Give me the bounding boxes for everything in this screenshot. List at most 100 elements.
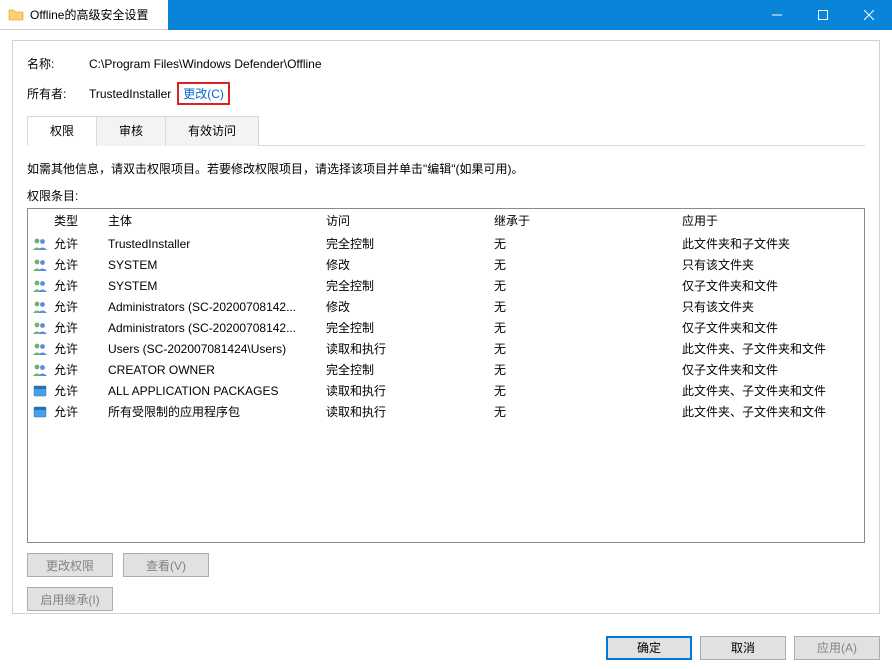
cell-principal: Administrators (SC-20200708142... (108, 300, 326, 314)
cell-applies: 仅子文件夹和文件 (682, 319, 864, 336)
table-row[interactable]: 允许Users (SC-202007081424\Users)读取和执行无此文件… (28, 338, 864, 359)
table-row[interactable]: 允许所有受限制的应用程序包读取和执行无此文件夹、子文件夹和文件 (28, 401, 864, 422)
change-owner-link[interactable]: 更改(C) (177, 82, 230, 105)
close-button[interactable] (846, 0, 892, 30)
cell-principal: SYSTEM (108, 258, 326, 272)
cell-inherited: 无 (494, 403, 682, 420)
col-header-type[interactable]: 类型 (54, 212, 108, 229)
info-text: 如需其他信息，请双击权限项目。若要修改权限项目，请选择该项目并单击"编辑"(如果… (27, 160, 865, 177)
cell-inherited: 无 (494, 382, 682, 399)
owner-row: 所有者: TrustedInstaller 更改(C) (27, 82, 865, 105)
table-row[interactable]: 允许Administrators (SC-20200708142...完全控制无… (28, 317, 864, 338)
cell-access: 读取和执行 (326, 340, 494, 357)
cell-applies: 此文件夹、子文件夹和文件 (682, 382, 864, 399)
users-icon (32, 236, 54, 252)
users-icon (32, 257, 54, 273)
cell-inherited: 无 (494, 277, 682, 294)
title-bar-right (168, 0, 892, 30)
table-row[interactable]: 允许TrustedInstaller完全控制无此文件夹和子文件夹 (28, 233, 864, 254)
cell-access: 完全控制 (326, 277, 494, 294)
table-row[interactable]: 允许CREATOR OWNER完全控制无仅子文件夹和文件 (28, 359, 864, 380)
col-header-access[interactable]: 访问 (326, 212, 494, 229)
enable-inheritance-button[interactable]: 启用继承(I) (27, 587, 113, 611)
users-icon (32, 299, 54, 315)
cell-type: 允许 (54, 277, 108, 294)
cell-inherited: 无 (494, 235, 682, 252)
cell-access: 读取和执行 (326, 403, 494, 420)
cell-applies: 此文件夹、子文件夹和文件 (682, 403, 864, 420)
cancel-button[interactable]: 取消 (700, 636, 786, 660)
cell-applies: 仅子文件夹和文件 (682, 361, 864, 378)
content-outer: 名称: C:\Program Files\Windows Defender\Of… (0, 30, 892, 626)
cell-access: 读取和执行 (326, 382, 494, 399)
maximize-button[interactable] (800, 0, 846, 30)
cell-applies: 只有该文件夹 (682, 298, 864, 315)
cell-principal: SYSTEM (108, 279, 326, 293)
users-icon (32, 341, 54, 357)
cell-principal: 所有受限制的应用程序包 (108, 403, 326, 420)
title-bar-left: Offline的高级安全设置 (0, 0, 168, 30)
owner-value: TrustedInstaller (89, 87, 171, 101)
cell-inherited: 无 (494, 298, 682, 315)
cell-inherited: 无 (494, 340, 682, 357)
table-row[interactable]: 允许SYSTEM修改无只有该文件夹 (28, 254, 864, 275)
cell-applies: 仅子文件夹和文件 (682, 277, 864, 294)
lower-button-row-1: 更改权限 查看(V) (27, 553, 865, 577)
cell-principal: ALL APPLICATION PACKAGES (108, 384, 326, 398)
users-icon (32, 320, 54, 336)
change-permissions-button[interactable]: 更改权限 (27, 553, 113, 577)
users-icon (32, 278, 54, 294)
name-row: 名称: C:\Program Files\Windows Defender\Of… (27, 55, 865, 72)
folder-icon (8, 7, 24, 23)
table-row[interactable]: 允许ALL APPLICATION PACKAGES读取和执行无此文件夹、子文件… (28, 380, 864, 401)
tab-bar: 权限 审核 有效访问 (27, 115, 865, 146)
cell-access: 修改 (326, 298, 494, 315)
owner-label: 所有者: (27, 85, 89, 102)
permission-grid[interactable]: 类型 主体 访问 继承于 应用于 允许TrustedInstaller完全控制无… (27, 208, 865, 543)
content-frame: 名称: C:\Program Files\Windows Defender\Of… (12, 40, 880, 614)
window-controls (754, 0, 892, 30)
ok-button[interactable]: 确定 (606, 636, 692, 660)
col-header-inherited[interactable]: 继承于 (494, 212, 682, 229)
cell-applies: 只有该文件夹 (682, 256, 864, 273)
cell-principal: TrustedInstaller (108, 237, 326, 251)
cell-access: 完全控制 (326, 319, 494, 336)
grid-header: 类型 主体 访问 继承于 应用于 (28, 209, 864, 233)
cell-inherited: 无 (494, 319, 682, 336)
cell-principal: CREATOR OWNER (108, 363, 326, 377)
col-header-applies[interactable]: 应用于 (682, 212, 864, 229)
cell-applies: 此文件夹、子文件夹和文件 (682, 340, 864, 357)
cell-access: 修改 (326, 256, 494, 273)
package-icon (32, 404, 54, 420)
cell-access: 完全控制 (326, 361, 494, 378)
cell-type: 允许 (54, 361, 108, 378)
cell-type: 允许 (54, 319, 108, 336)
cell-principal: Administrators (SC-20200708142... (108, 321, 326, 335)
cell-type: 允许 (54, 256, 108, 273)
view-button[interactable]: 查看(V) (123, 553, 209, 577)
cell-applies: 此文件夹和子文件夹 (682, 235, 864, 252)
path-value: C:\Program Files\Windows Defender\Offlin… (89, 57, 322, 71)
entries-label: 权限条目: (27, 187, 865, 204)
cell-type: 允许 (54, 235, 108, 252)
minimize-button[interactable] (754, 0, 800, 30)
cell-inherited: 无 (494, 256, 682, 273)
cell-principal: Users (SC-202007081424\Users) (108, 342, 326, 356)
tab-permissions[interactable]: 权限 (27, 116, 97, 146)
title-bar: Offline的高级安全设置 (0, 0, 892, 30)
cell-inherited: 无 (494, 361, 682, 378)
table-row[interactable]: 允许SYSTEM完全控制无仅子文件夹和文件 (28, 275, 864, 296)
cell-type: 允许 (54, 403, 108, 420)
cell-access: 完全控制 (326, 235, 494, 252)
col-header-principal[interactable]: 主体 (108, 212, 326, 229)
dialog-button-bar: 确定 取消 应用(A) (0, 626, 892, 669)
tab-auditing[interactable]: 审核 (96, 116, 166, 146)
tab-effective-access[interactable]: 有效访问 (165, 116, 259, 146)
apply-button[interactable]: 应用(A) (794, 636, 880, 660)
cell-type: 允许 (54, 298, 108, 315)
table-row[interactable]: 允许Administrators (SC-20200708142...修改无只有… (28, 296, 864, 317)
cell-type: 允许 (54, 382, 108, 399)
lower-button-row-2: 启用继承(I) (27, 587, 865, 611)
name-label: 名称: (27, 55, 89, 72)
window-title: Offline的高级安全设置 (30, 6, 148, 23)
